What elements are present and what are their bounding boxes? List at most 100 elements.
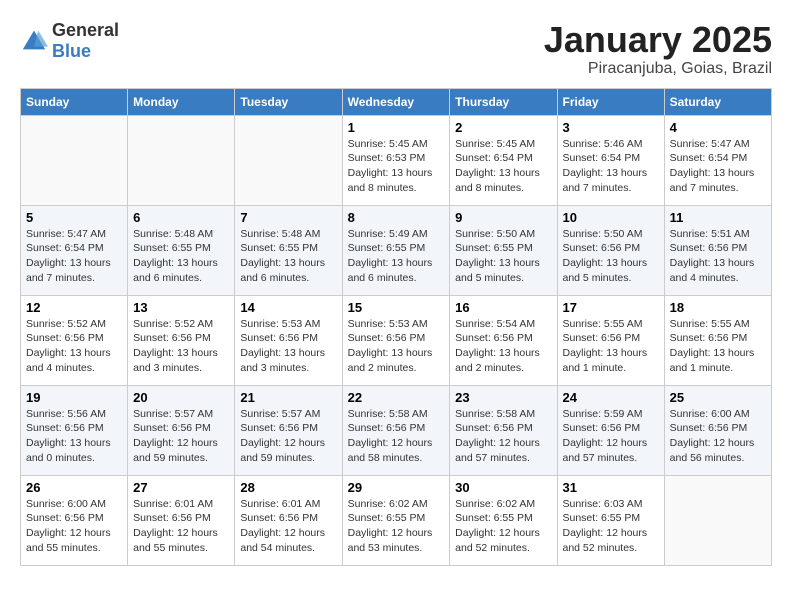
day-detail: Sunrise: 5:55 AM Sunset: 6:56 PM Dayligh… [670, 317, 766, 376]
day-number: 20 [133, 390, 229, 405]
day-detail: Sunrise: 5:46 AM Sunset: 6:54 PM Dayligh… [563, 137, 659, 196]
day-number: 16 [455, 300, 551, 315]
day-detail: Sunrise: 5:47 AM Sunset: 6:54 PM Dayligh… [670, 137, 766, 196]
day-cell: 18 Sunrise: 5:55 AM Sunset: 6:56 PM Dayli… [664, 295, 771, 385]
day-detail: Sunrise: 5:55 AM Sunset: 6:56 PM Dayligh… [563, 317, 659, 376]
day-cell: 21 Sunrise: 5:57 AM Sunset: 6:56 PM Dayli… [235, 385, 342, 475]
day-cell: 29 Sunrise: 6:02 AM Sunset: 6:55 PM Dayli… [342, 475, 450, 565]
day-number: 12 [26, 300, 122, 315]
day-cell: 1Sunrise: 5:45 AM Sunset: 6:53 PM Daylig… [342, 115, 450, 205]
week-row-2: 5Sunrise: 5:47 AM Sunset: 6:54 PM Daylig… [21, 205, 772, 295]
day-cell: 24 Sunrise: 5:59 AM Sunset: 6:56 PM Dayli… [557, 385, 664, 475]
day-cell: 2Sunrise: 5:45 AM Sunset: 6:54 PM Daylig… [450, 115, 557, 205]
day-detail: Sunrise: 5:57 AM Sunset: 6:56 PM Dayligh… [240, 407, 336, 466]
day-cell: 30 Sunrise: 6:02 AM Sunset: 6:55 PM Dayli… [450, 475, 557, 565]
day-detail: Sunrise: 5:52 AM Sunset: 6:56 PM Dayligh… [133, 317, 229, 376]
day-detail: Sunrise: 6:01 AM Sunset: 6:56 PM Dayligh… [133, 497, 229, 556]
day-detail: Sunrise: 5:45 AM Sunset: 6:53 PM Dayligh… [348, 137, 445, 196]
calendar-body: 1Sunrise: 5:45 AM Sunset: 6:53 PM Daylig… [21, 115, 772, 565]
title-block: January 2025 Piracanjuba, Goias, Brazil [544, 20, 772, 78]
day-number: 28 [240, 480, 336, 495]
day-detail: Sunrise: 5:59 AM Sunset: 6:56 PM Dayligh… [563, 407, 659, 466]
day-cell: 27 Sunrise: 6:01 AM Sunset: 6:56 PM Dayli… [128, 475, 235, 565]
day-number: 15 [348, 300, 445, 315]
day-number: 2 [455, 120, 551, 135]
calendar-table: SundayMondayTuesdayWednesdayThursdayFrid… [20, 88, 772, 566]
day-cell: 13 Sunrise: 5:52 AM Sunset: 6:56 PM Dayli… [128, 295, 235, 385]
day-cell: 26 Sunrise: 6:00 AM Sunset: 6:56 PM Dayli… [21, 475, 128, 565]
day-number: 6 [133, 210, 229, 225]
day-detail: Sunrise: 5:50 AM Sunset: 6:55 PM Dayligh… [455, 227, 551, 286]
day-number: 23 [455, 390, 551, 405]
day-cell: 23 Sunrise: 5:58 AM Sunset: 6:56 PM Dayli… [450, 385, 557, 475]
day-cell: 15 Sunrise: 5:53 AM Sunset: 6:56 PM Dayli… [342, 295, 450, 385]
day-cell: 12 Sunrise: 5:52 AM Sunset: 6:56 PM Dayli… [21, 295, 128, 385]
day-cell: 8 Sunrise: 5:49 AM Sunset: 6:55 PM Daylig… [342, 205, 450, 295]
calendar-title: January 2025 [544, 20, 772, 60]
day-detail: Sunrise: 5:53 AM Sunset: 6:56 PM Dayligh… [348, 317, 445, 376]
day-detail: Sunrise: 5:49 AM Sunset: 6:55 PM Dayligh… [348, 227, 445, 286]
day-number: 27 [133, 480, 229, 495]
day-cell: 6 Sunrise: 5:48 AM Sunset: 6:55 PM Daylig… [128, 205, 235, 295]
day-cell [235, 115, 342, 205]
day-detail: Sunrise: 5:57 AM Sunset: 6:56 PM Dayligh… [133, 407, 229, 466]
day-number: 11 [670, 210, 766, 225]
day-number: 21 [240, 390, 336, 405]
logo-text-blue: Blue [52, 41, 91, 61]
day-cell: 16 Sunrise: 5:54 AM Sunset: 6:56 PM Dayli… [450, 295, 557, 385]
logo-icon [20, 27, 48, 55]
day-detail: Sunrise: 5:47 AM Sunset: 6:54 PM Dayligh… [26, 227, 122, 286]
day-detail: Sunrise: 6:02 AM Sunset: 6:55 PM Dayligh… [348, 497, 445, 556]
header-row: SundayMondayTuesdayWednesdayThursdayFrid… [21, 88, 772, 115]
day-number: 24 [563, 390, 659, 405]
page-header: General Blue January 2025 Piracanjuba, G… [20, 20, 772, 78]
day-number: 17 [563, 300, 659, 315]
day-detail: Sunrise: 5:48 AM Sunset: 6:55 PM Dayligh… [133, 227, 229, 286]
day-number: 29 [348, 480, 445, 495]
week-row-3: 12 Sunrise: 5:52 AM Sunset: 6:56 PM Dayli… [21, 295, 772, 385]
header-cell-tuesday: Tuesday [235, 88, 342, 115]
day-number: 7 [240, 210, 336, 225]
day-cell: 9 Sunrise: 5:50 AM Sunset: 6:55 PM Daylig… [450, 205, 557, 295]
day-detail: Sunrise: 6:00 AM Sunset: 6:56 PM Dayligh… [670, 407, 766, 466]
day-cell: 20 Sunrise: 5:57 AM Sunset: 6:56 PM Dayli… [128, 385, 235, 475]
day-number: 31 [563, 480, 659, 495]
day-number: 10 [563, 210, 659, 225]
day-number: 30 [455, 480, 551, 495]
calendar-header: SundayMondayTuesdayWednesdayThursdayFrid… [21, 88, 772, 115]
day-cell: 4Sunrise: 5:47 AM Sunset: 6:54 PM Daylig… [664, 115, 771, 205]
day-cell: 25 Sunrise: 6:00 AM Sunset: 6:56 PM Dayli… [664, 385, 771, 475]
day-cell [128, 115, 235, 205]
day-detail: Sunrise: 6:03 AM Sunset: 6:55 PM Dayligh… [563, 497, 659, 556]
header-cell-saturday: Saturday [664, 88, 771, 115]
day-number: 9 [455, 210, 551, 225]
day-cell: 19Sunrise: 5:56 AM Sunset: 6:56 PM Dayli… [21, 385, 128, 475]
day-number: 13 [133, 300, 229, 315]
day-detail: Sunrise: 6:00 AM Sunset: 6:56 PM Dayligh… [26, 497, 122, 556]
day-detail: Sunrise: 5:52 AM Sunset: 6:56 PM Dayligh… [26, 317, 122, 376]
day-detail: Sunrise: 5:54 AM Sunset: 6:56 PM Dayligh… [455, 317, 551, 376]
week-row-5: 26 Sunrise: 6:00 AM Sunset: 6:56 PM Dayli… [21, 475, 772, 565]
day-cell: 3Sunrise: 5:46 AM Sunset: 6:54 PM Daylig… [557, 115, 664, 205]
header-cell-thursday: Thursday [450, 88, 557, 115]
day-number: 22 [348, 390, 445, 405]
day-detail: Sunrise: 5:58 AM Sunset: 6:56 PM Dayligh… [455, 407, 551, 466]
day-number: 19 [26, 390, 122, 405]
logo-text-general: General [52, 20, 119, 40]
day-cell [21, 115, 128, 205]
day-number: 14 [240, 300, 336, 315]
header-cell-sunday: Sunday [21, 88, 128, 115]
day-detail: Sunrise: 6:02 AM Sunset: 6:55 PM Dayligh… [455, 497, 551, 556]
day-detail: Sunrise: 6:01 AM Sunset: 6:56 PM Dayligh… [240, 497, 336, 556]
day-number: 25 [670, 390, 766, 405]
day-cell [664, 475, 771, 565]
day-number: 18 [670, 300, 766, 315]
day-detail: Sunrise: 5:58 AM Sunset: 6:56 PM Dayligh… [348, 407, 445, 466]
day-cell: 5Sunrise: 5:47 AM Sunset: 6:54 PM Daylig… [21, 205, 128, 295]
day-detail: Sunrise: 5:50 AM Sunset: 6:56 PM Dayligh… [563, 227, 659, 286]
header-cell-friday: Friday [557, 88, 664, 115]
day-number: 26 [26, 480, 122, 495]
day-cell: 28 Sunrise: 6:01 AM Sunset: 6:56 PM Dayli… [235, 475, 342, 565]
week-row-1: 1Sunrise: 5:45 AM Sunset: 6:53 PM Daylig… [21, 115, 772, 205]
day-number: 8 [348, 210, 445, 225]
